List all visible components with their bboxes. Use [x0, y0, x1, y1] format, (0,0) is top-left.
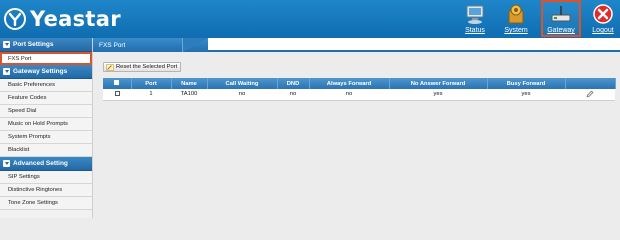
nav-gateway[interactable]: Gateway [541, 0, 581, 37]
brand-name: Yeastar [30, 7, 121, 31]
sidebar-item-music-on-hold[interactable]: Music on Hold Prompts [0, 118, 92, 131]
collapse-icon [3, 68, 10, 75]
monitor-icon [466, 5, 484, 24]
column-header-busy-forward: Busy Forward [487, 78, 566, 89]
gear-box-icon [508, 4, 524, 24]
cell-edit [565, 89, 615, 101]
tab-slope [183, 38, 208, 52]
brand-logo: Yeastar [4, 6, 121, 32]
reset-selected-port-button[interactable]: Reset the Selected Port [103, 62, 181, 72]
table-row: 1 TA100 no no no yes yes [103, 89, 615, 101]
cell-port: 1 [131, 89, 171, 101]
collapse-icon [3, 160, 10, 167]
table-header-row: Port Name Call Waiting DND Always Forwar… [103, 78, 616, 89]
column-header-edit [565, 78, 616, 89]
section-title: Advanced Setting [13, 160, 68, 167]
cell-busy-forward: yes [487, 89, 565, 101]
select-all-checkbox[interactable] [114, 80, 120, 86]
cell-dnd: no [277, 89, 309, 101]
tab-fxs-port[interactable]: FXS Port [93, 38, 183, 52]
tab-bar: FXS Port [93, 38, 620, 52]
reset-button-label: Reset the Selected Port [116, 64, 178, 70]
edit-pencil-icon [106, 63, 114, 71]
collapse-icon [3, 41, 10, 48]
section-title: Gateway Settings [13, 68, 68, 75]
section-title: Port Settings [13, 41, 54, 48]
edit-icon[interactable] [586, 90, 594, 98]
gateway-device-icon [551, 6, 571, 22]
section-advanced-setting[interactable]: Advanced Setting [0, 157, 92, 171]
sidebar-item-sip-settings[interactable]: SIP Settings [0, 171, 92, 184]
row-checkbox[interactable] [114, 91, 120, 97]
nav-gateway-label: Gateway [547, 27, 575, 34]
column-header-call-waiting: Call Waiting [207, 78, 278, 89]
nav-status[interactable]: Status [455, 2, 495, 36]
cell-call-waiting: no [207, 89, 277, 101]
section-port-settings[interactable]: Port Settings [0, 38, 92, 52]
row-select-cell[interactable] [103, 89, 131, 101]
content-area: Reset the Selected Port Port Name Call W… [93, 52, 620, 218]
cell-always-forward: no [309, 89, 389, 101]
fxs-port-table: Port Name Call Waiting DND Always Forwar… [103, 78, 616, 101]
yeastar-logo-icon [4, 8, 26, 30]
column-header-port: Port [131, 78, 172, 89]
tab-bar-fill [208, 38, 620, 52]
nav-system[interactable]: System [496, 2, 536, 36]
select-all-column[interactable] [103, 78, 132, 89]
column-header-dnd: DND [277, 78, 310, 89]
nav-logout[interactable]: Logout [583, 2, 620, 36]
sidebar-item-system-prompts[interactable]: System Prompts [0, 131, 92, 144]
close-circle-icon [593, 4, 613, 24]
sidebar-item-basic-preferences[interactable]: Basic Preferences [0, 79, 92, 92]
column-header-name: Name [171, 78, 208, 89]
nav-status-label: Status [465, 27, 485, 34]
sidebar-item-tone-zone-settings[interactable]: Tone Zone Settings [0, 197, 92, 210]
cell-name: TA100 [171, 89, 207, 101]
top-header: Yeastar Status System Gateway Logout [0, 0, 620, 38]
section-gateway-settings[interactable]: Gateway Settings [0, 65, 92, 79]
sidebar-item-speed-dial[interactable]: Speed Dial [0, 105, 92, 118]
sidebar-item-blacklist[interactable]: Blacklist [0, 144, 92, 157]
main-panel: FXS Port Reset the Selected Port Port Na… [93, 38, 620, 218]
sidebar-item-fxs-port[interactable]: FXS Port [0, 52, 92, 65]
sidebar-item-feature-codes[interactable]: Feature Codes [0, 92, 92, 105]
column-header-always-forward: Always Forward [309, 78, 390, 89]
nav-system-label: System [504, 27, 528, 34]
sidebar: Port Settings FXS Port Gateway Settings … [0, 38, 93, 218]
column-header-no-answer-forward: No Answer Forward [389, 78, 488, 89]
sidebar-item-distinctive-ringtones[interactable]: Distinctive Ringtones [0, 184, 92, 197]
cell-no-answer-forward: yes [389, 89, 487, 101]
nav-logout-label: Logout [592, 27, 614, 34]
